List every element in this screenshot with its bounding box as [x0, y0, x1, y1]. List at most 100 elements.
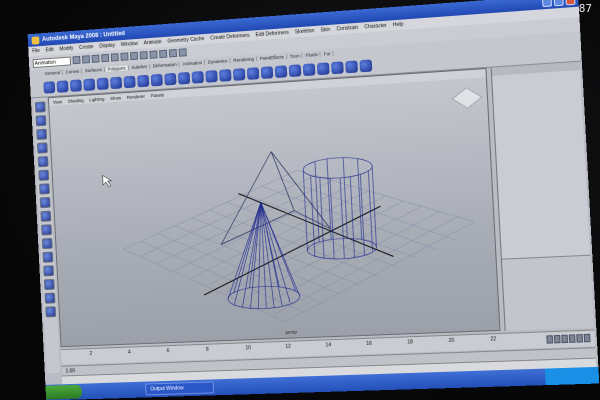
planar-map-icon[interactable]	[288, 63, 302, 77]
select-hierarchy-icon[interactable]	[101, 53, 110, 63]
open-scene-icon[interactable]	[82, 55, 91, 64]
menu-file[interactable]: File	[32, 48, 40, 54]
snap-point-icon[interactable]	[149, 50, 158, 59]
poly-cube-icon[interactable]	[56, 79, 69, 93]
menu-edit-deformers[interactable]: Edit Deformers	[255, 30, 289, 38]
select-component-icon[interactable]	[120, 52, 129, 61]
range-start-field[interactable]: 1.00	[65, 368, 75, 374]
append-polygon-icon[interactable]	[177, 71, 191, 85]
new-scene-icon[interactable]	[72, 55, 81, 65]
shelf-tab-surfaces[interactable]: Surfaces	[82, 66, 105, 74]
poly-plane-icon[interactable]	[96, 77, 109, 90]
ipr-render-icon[interactable]	[168, 48, 178, 58]
persp-graph-layout-icon[interactable]	[43, 278, 55, 291]
triangulate-icon[interactable]	[246, 66, 260, 80]
step-back-icon[interactable]	[553, 334, 561, 344]
shelf-tab-animation[interactable]: Animation	[180, 59, 206, 67]
four-view-layout-icon[interactable]	[41, 251, 53, 263]
scale-tool-icon[interactable]	[37, 169, 49, 181]
poly-torus-icon[interactable]	[110, 76, 123, 89]
save-scene-icon[interactable]	[91, 54, 100, 63]
play-back-icon[interactable]	[561, 334, 569, 344]
channel-box[interactable]	[490, 61, 595, 331]
vp-menu-renderer[interactable]: Renderer	[127, 93, 145, 99]
snap-curve-icon[interactable]	[139, 51, 148, 60]
cylindrical-map-icon[interactable]	[302, 62, 316, 76]
menu-skin[interactable]: Skin	[320, 27, 330, 34]
select-object-icon[interactable]	[110, 53, 119, 62]
minimize-icon[interactable]	[541, 0, 553, 8]
shelf-tab-fluids[interactable]: Fluids	[303, 51, 321, 59]
lasso-tool-icon[interactable]	[35, 115, 46, 127]
go-to-start-icon[interactable]	[546, 335, 554, 344]
close-icon[interactable]	[565, 0, 576, 6]
combine-icon[interactable]	[123, 75, 136, 88]
bevel-icon[interactable]	[219, 68, 232, 82]
menu-modify[interactable]: Modify	[59, 46, 73, 53]
menu-set-dropdown[interactable]: Animation	[32, 56, 71, 68]
bridge-icon[interactable]	[164, 72, 177, 86]
poly-cone-icon[interactable]	[83, 77, 96, 91]
rotate-tool-icon[interactable]	[37, 156, 49, 168]
menu-help[interactable]: Help	[393, 22, 404, 29]
poly-sphere-icon[interactable]	[43, 80, 56, 94]
persp-outliner-layout-icon[interactable]	[42, 265, 54, 277]
shelf-tab-rendering[interactable]: Rendering	[231, 56, 258, 64]
last-tool-icon[interactable]	[40, 224, 52, 236]
shelf-tab-deformation[interactable]: Deformation	[150, 61, 180, 69]
shelf-tab-dynamics[interactable]: Dynamics	[205, 58, 231, 65]
select-tool-icon[interactable]	[34, 101, 46, 113]
menu-character[interactable]: Character	[364, 23, 387, 31]
vp-menu-show[interactable]: Show	[110, 95, 121, 101]
vp-menu-lighting[interactable]: Lighting	[89, 96, 104, 102]
start-button[interactable]	[45, 384, 83, 400]
menu-create[interactable]: Create	[79, 44, 94, 51]
vp-menu-panels[interactable]: Panels	[151, 92, 165, 98]
persp-hypershade-layout-icon[interactable]	[44, 306, 56, 318]
shelf-tab-general[interactable]: General	[42, 69, 63, 77]
cut-uv-icon[interactable]	[359, 58, 373, 72]
shelf-tab-painteffects[interactable]: PaintEffects	[257, 54, 287, 62]
menu-window[interactable]: Window	[121, 41, 138, 48]
uv-editor-icon[interactable]	[274, 64, 288, 78]
hypershade-layout-icon[interactable]	[44, 292, 56, 304]
vp-menu-shading[interactable]: Shading	[68, 97, 84, 103]
merge-icon[interactable]	[232, 67, 246, 81]
move-tool-icon[interactable]	[36, 142, 48, 154]
go-to-end-icon[interactable]	[583, 333, 591, 343]
separate-icon[interactable]	[137, 74, 150, 87]
show-manipulator-icon[interactable]	[39, 210, 51, 222]
soft-mod-tool-icon[interactable]	[39, 196, 51, 209]
render-settings-icon[interactable]	[178, 48, 187, 57]
menu-constrain[interactable]: Constrain	[336, 25, 358, 33]
perspective-viewport[interactable]: View Shading Lighting Show Renderer Pane…	[47, 67, 501, 348]
shelf-tab-polygons[interactable]: Polygons	[105, 65, 129, 72]
universal-manipulator-icon[interactable]	[38, 183, 50, 195]
menu-edit[interactable]: Edit	[45, 47, 53, 53]
maximize-icon[interactable]	[553, 0, 564, 7]
play-forward-icon[interactable]	[568, 334, 576, 343]
quadrangulate-icon[interactable]	[260, 65, 274, 79]
poly-cylinder-icon[interactable]	[69, 78, 82, 92]
render-icon[interactable]	[159, 49, 168, 59]
menu-display[interactable]: Display	[99, 43, 115, 50]
menu-skeleton[interactable]: Skeleton	[295, 28, 315, 35]
vp-menu-view[interactable]: View	[53, 99, 62, 104]
split-polygon-icon[interactable]	[191, 70, 204, 84]
layer-editor[interactable]	[501, 254, 595, 331]
spherical-map-icon[interactable]	[316, 61, 330, 75]
step-forward-icon[interactable]	[576, 334, 584, 343]
single-perspective-layout-icon[interactable]	[41, 237, 53, 250]
menu-animate[interactable]: Animate	[144, 39, 162, 46]
shelf-tab-subdivs[interactable]: Subdivs	[129, 63, 150, 71]
shelf-tab-toon[interactable]: Toon	[287, 53, 303, 60]
shelf-tab-fur[interactable]: Fur	[321, 50, 334, 57]
snap-grid-icon[interactable]	[130, 51, 139, 61]
taskbar-item-output-window[interactable]: Output Window	[145, 381, 215, 396]
sew-uv-icon[interactable]	[345, 59, 358, 73]
shelf-tab-curves[interactable]: Curves	[63, 68, 83, 75]
extrude-icon[interactable]	[150, 73, 163, 86]
paint-select-tool-icon[interactable]	[35, 128, 47, 141]
smooth-icon[interactable]	[205, 69, 218, 83]
automatic-map-icon[interactable]	[330, 60, 344, 74]
